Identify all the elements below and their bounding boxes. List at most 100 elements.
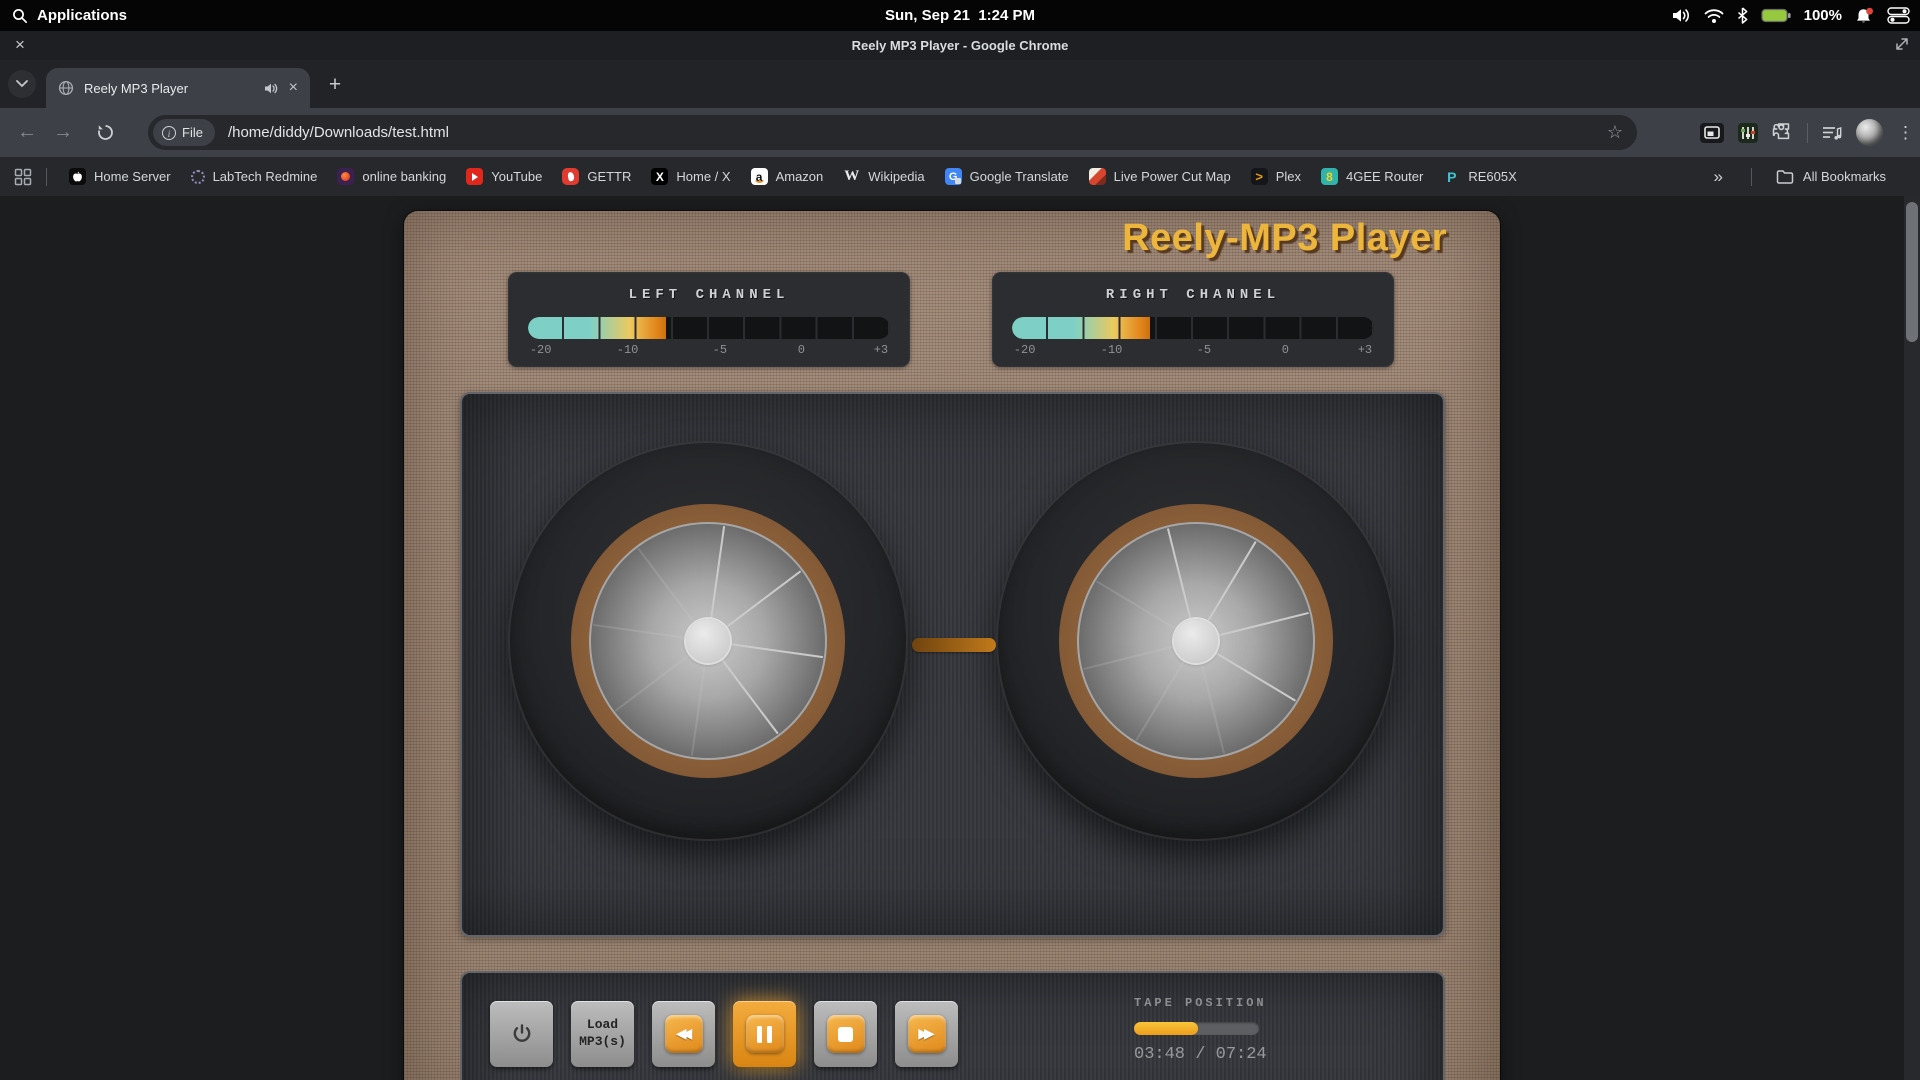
window-title: Reely MP3 Player - Google Chrome: [0, 38, 1920, 53]
wifi-icon: [1704, 8, 1724, 24]
bookmark-live-power-cut-map[interactable]: Live Power Cut Map: [1079, 163, 1241, 191]
toolbar-separator: [1807, 123, 1808, 143]
profile-avatar[interactable]: [1856, 119, 1883, 146]
bluetooth-icon: [1737, 7, 1748, 24]
bookmark-label: GETTR: [587, 169, 631, 184]
bookmark-online-banking[interactable]: online banking: [327, 163, 456, 191]
apps-grid-icon[interactable]: [14, 168, 32, 186]
meter-segments: [528, 317, 890, 339]
tab-close-icon[interactable]: ×: [289, 79, 298, 97]
bookmark-amazon[interactable]: a Amazon: [741, 163, 834, 191]
window-restore-icon[interactable]: [1894, 36, 1910, 52]
bookmark-label: RE605X: [1468, 169, 1516, 184]
stop-button[interactable]: [814, 1001, 877, 1067]
bookmarks-overflow-button[interactable]: »: [1699, 167, 1736, 187]
window-titlebar: × Reely MP3 Player - Google Chrome: [0, 31, 1920, 60]
forward-button[interactable]: →: [46, 108, 80, 157]
all-bookmarks-button[interactable]: All Bookmarks: [1764, 163, 1898, 191]
tab-reely-mp3-player[interactable]: Reely MP3 Player ×: [46, 68, 310, 108]
scrollbar-thumb[interactable]: [1906, 202, 1918, 342]
page-title: Reely-MP3 Player: [1122, 217, 1447, 260]
omnibox[interactable]: i File /home/diddy/Downloads/test.html ☆: [148, 115, 1637, 150]
tape-strip: [912, 638, 996, 652]
fast-forward-button[interactable]: [895, 1001, 958, 1067]
browser-menu-icon[interactable]: ⋮: [1897, 123, 1914, 143]
vu-meter-left: LEFT CHANNEL -20 -10 -5 0 +3: [508, 272, 910, 367]
reel-hub: [1174, 619, 1218, 663]
back-button[interactable]: ←: [10, 108, 44, 157]
pause-icon: [746, 1015, 784, 1053]
bookmark-home-server[interactable]: Home Server: [59, 163, 181, 191]
equalizer-extension-icon[interactable]: [1738, 123, 1758, 143]
battery-icon: [1761, 7, 1791, 24]
tick-label: -5: [713, 343, 727, 357]
meter-scale: -20 -10 -5 0 +3: [1012, 343, 1374, 358]
bookmark-label: LabTech Redmine: [213, 169, 318, 184]
url-text[interactable]: /home/diddy/Downloads/test.html: [228, 124, 1607, 141]
google-translate-icon: G: [945, 168, 962, 185]
desktop: Applications Sun, Sep 21 1:24 PM 100%: [0, 0, 1920, 1080]
youtube-icon: [466, 168, 483, 185]
bookmark-label: YouTube: [491, 169, 542, 184]
bookmark-home-x[interactable]: X Home / X: [641, 163, 740, 191]
reload-button[interactable]: [88, 108, 122, 157]
left-tape-reel: [508, 441, 908, 841]
bookmark-wikipedia[interactable]: W Wikipedia: [833, 163, 934, 191]
tick-label: -20: [1014, 343, 1036, 357]
system-tray[interactable]: 100%: [1672, 0, 1910, 31]
bookmark-gettr[interactable]: GETTR: [552, 163, 641, 191]
system-top-bar: Applications Sun, Sep 21 1:24 PM 100%: [0, 0, 1920, 31]
bookmarks-separator: [46, 168, 47, 186]
tick-label: 0: [798, 343, 805, 357]
page-scrollbar[interactable]: [1904, 196, 1920, 1080]
toolbar-actions: ⋮: [1700, 108, 1914, 157]
player-cabinet: Reely-MP3 Player LEFT CHANNEL -20 -10 -5…: [404, 211, 1500, 1080]
screen-capture-icon[interactable]: [1700, 123, 1724, 143]
bookmark-label: Home / X: [676, 169, 730, 184]
new-tab-button[interactable]: +: [322, 72, 348, 98]
tape-position-label: TAPE POSITION: [1134, 996, 1267, 1010]
redmine-icon: [191, 170, 205, 184]
url-scheme-chip[interactable]: i File: [153, 119, 215, 146]
tab-strip: Reely MP3 Player × +: [0, 60, 1920, 108]
bookmark-label: 4GEE Router: [1346, 169, 1423, 184]
quick-settings-icon: [1887, 7, 1910, 24]
bookmarks-right: » All Bookmarks: [1699, 163, 1920, 191]
bookmark-plex[interactable]: > Plex: [1241, 163, 1311, 191]
bookmark-youtube[interactable]: YouTube: [456, 163, 552, 191]
browser-toolbar: ← → i File /home/diddy/Downloads/test.ht…: [0, 108, 1920, 157]
bookmarks-bar: Home Server LabTech Redmine online banki…: [0, 157, 1920, 196]
apple-icon: [69, 168, 86, 185]
tick-label: -10: [1101, 343, 1123, 357]
media-controls-icon[interactable]: [1822, 125, 1842, 141]
bookmark-re605x[interactable]: P RE605X: [1433, 163, 1526, 191]
tab-search-button[interactable]: [8, 70, 36, 98]
bookmark-label: Wikipedia: [868, 169, 924, 184]
vu-meter-left-bar: [528, 317, 890, 339]
tape-position-bar: [1134, 1022, 1259, 1035]
tab-audio-icon[interactable]: [264, 82, 279, 95]
extensions-puzzle-icon[interactable]: [1772, 122, 1793, 143]
load-mp3-button[interactable]: Load MP3(s): [571, 1001, 634, 1067]
tab-title: Reely MP3 Player: [84, 81, 264, 96]
volume-icon: [1672, 7, 1691, 24]
bookmark-star-icon[interactable]: ☆: [1607, 122, 1623, 143]
gettr-icon: [562, 168, 579, 185]
bookmark-4gee-router[interactable]: 8 4GEE Router: [1311, 163, 1433, 191]
rewind-button[interactable]: [652, 1001, 715, 1067]
amazon-icon: a: [751, 168, 768, 185]
bookmark-labtech-redmine[interactable]: LabTech Redmine: [181, 163, 328, 191]
bookmark-label: Amazon: [776, 169, 824, 184]
clock[interactable]: Sun, Sep 21 1:24 PM: [0, 7, 1920, 24]
fast-forward-icon: [908, 1015, 946, 1053]
tick-label: 0: [1282, 343, 1289, 357]
pause-button[interactable]: [733, 1001, 796, 1067]
tick-label: +3: [1358, 343, 1372, 357]
stop-icon: [827, 1015, 865, 1053]
vu-meter-right: RIGHT CHANNEL -20 -10 -5 0 +3: [992, 272, 1394, 367]
x-icon: X: [651, 168, 668, 185]
power-button[interactable]: [490, 1001, 553, 1067]
router-icon: 8: [1321, 168, 1338, 185]
bookmark-google-translate[interactable]: G Google Translate: [935, 163, 1079, 191]
battery-percent: 100%: [1804, 7, 1842, 24]
